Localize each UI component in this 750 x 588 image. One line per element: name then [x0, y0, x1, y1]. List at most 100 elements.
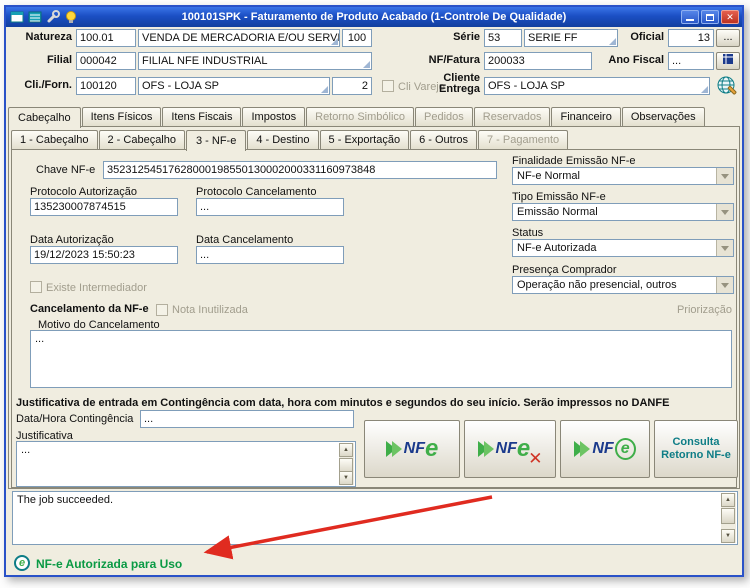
- nfe-logo-nf: NF: [403, 440, 425, 457]
- subtab-4-destino[interactable]: 4 - Destino: [247, 130, 319, 149]
- tab-itens-fisicos[interactable]: Itens Físicos: [81, 107, 162, 126]
- serie-desc-field[interactable]: SERIE FF: [524, 29, 618, 47]
- protocolo-autorizacao-field[interactable]: 135230007874515: [30, 198, 178, 216]
- title-bar: 100101SPK - Faturamento de Produto Acaba…: [6, 7, 742, 27]
- scroll-down-icon[interactable]: ▼: [339, 471, 353, 485]
- tab-impostos[interactable]: Impostos: [242, 107, 306, 126]
- tab-observacoes[interactable]: Observações: [621, 107, 705, 126]
- window-controls: ✕: [681, 10, 739, 24]
- cli-forn-desc-field[interactable]: OFS - LOJA SP: [138, 77, 330, 95]
- justificativa-value: ...: [21, 444, 31, 456]
- oficial-field[interactable]: 13: [668, 29, 714, 47]
- nf-fatura-field[interactable]: 200033: [484, 52, 592, 70]
- natureza-extra-field[interactable]: 100: [342, 29, 372, 47]
- nfe-consult-button[interactable]: NF e: [560, 420, 650, 478]
- nf-fatura-label: NF/Fatura: [428, 54, 480, 66]
- nota-inutilizada-checkbox: [156, 304, 168, 316]
- ano-fiscal-lookup-button[interactable]: [716, 52, 740, 70]
- status-message: NF-e Autorizada para Uso: [36, 557, 183, 571]
- scroll-down-icon[interactable]: ▼: [721, 529, 735, 543]
- chevron-down-icon[interactable]: [716, 168, 733, 184]
- close-button[interactable]: ✕: [721, 10, 739, 24]
- ano-fiscal-field[interactable]: ...: [668, 52, 714, 70]
- scroll-up-icon[interactable]: ▲: [339, 443, 353, 457]
- finalidade-emissao-select[interactable]: NF-e Normal: [512, 167, 734, 185]
- protocolo-cancelamento-field[interactable]: ...: [196, 198, 344, 216]
- title-bar-icons: [10, 10, 78, 27]
- tab-cabecalho[interactable]: Cabeçalho: [8, 107, 81, 128]
- app-window-icon[interactable]: [10, 10, 24, 27]
- cliente-entrega-label: Cliente Entrega: [439, 72, 480, 95]
- window-title: 100101SPK - Faturamento de Produto Acaba…: [181, 11, 567, 23]
- oficial-label: Oficial: [630, 31, 664, 43]
- justificativa-scrollbar[interactable]: ▲ ▼: [339, 443, 354, 485]
- cli-forn-label: Cli./Forn.: [24, 79, 72, 91]
- tab-pedidos: Pedidos: [415, 107, 473, 126]
- scroll-up-icon[interactable]: ▲: [721, 493, 735, 507]
- oficial-lookup-button[interactable]: ...: [716, 29, 740, 47]
- priorizacao-label: Priorização: [676, 304, 732, 316]
- nfe-transmit-button[interactable]: NF e: [364, 420, 460, 478]
- filial-label: Filial: [46, 54, 72, 66]
- green-arrows-icon: [385, 441, 402, 457]
- red-x-icon: ✕: [528, 449, 543, 468]
- wrench-icon[interactable]: [46, 10, 60, 27]
- cliente-entrega-globe-button[interactable]: [716, 75, 740, 100]
- nfe-logo-e-circled: e: [614, 438, 636, 460]
- subtab-2-cabecalho[interactable]: 2 - Cabeçalho: [98, 130, 185, 149]
- calendar-grid-icon: [722, 54, 734, 68]
- existe-intermediador-checkbox: [30, 281, 42, 293]
- nfe-status-icon: e: [14, 555, 30, 571]
- cli-forn-code-field[interactable]: 100120: [76, 77, 136, 95]
- nfe-cancel-button[interactable]: NF e ✕: [464, 420, 556, 478]
- chave-nfe-label: Chave NF-e: [36, 164, 96, 176]
- filial-code-field[interactable]: 000042: [76, 52, 136, 70]
- data-hora-contingencia-label: Data/Hora Contingência: [16, 413, 134, 425]
- tab-financeiro[interactable]: Financeiro: [551, 107, 621, 126]
- cli-varejo-checkbox: [382, 80, 394, 92]
- data-autorizacao-field[interactable]: 19/12/2023 15:50:23: [30, 246, 178, 264]
- nfe-logo-e: e: [424, 435, 439, 462]
- motivo-cancelamento-textarea[interactable]: ...: [30, 330, 732, 388]
- cli-forn-qty-field[interactable]: 2: [332, 77, 372, 95]
- chevron-down-icon[interactable]: [716, 240, 733, 256]
- consulta-retorno-button[interactable]: Consulta Retorno NF-e: [654, 420, 738, 478]
- consulta-retorno-label: Consulta Retorno NF-e: [661, 436, 731, 461]
- cliente-entrega-field[interactable]: OFS - LOJA SP: [484, 77, 710, 95]
- log-scrollbar[interactable]: ▲ ▼: [721, 493, 736, 543]
- job-log-text: The job succeeded.: [17, 494, 114, 506]
- natureza-code-field[interactable]: 100.01: [76, 29, 136, 47]
- filial-desc-field[interactable]: FILIAL NFE INDUSTRIAL: [138, 52, 372, 70]
- subtab-6-outros[interactable]: 6 - Outros: [410, 130, 477, 149]
- subtab-3-nfe[interactable]: 3 - NF-e: [186, 130, 247, 151]
- data-cancelamento-field[interactable]: ...: [196, 246, 344, 264]
- ano-fiscal-label: Ano Fiscal: [608, 54, 664, 66]
- chevron-down-icon[interactable]: [716, 204, 733, 220]
- grid-rows-icon[interactable]: [28, 10, 42, 27]
- sub-tab-bar: 1 - Cabeçalho 2 - Cabeçalho 3 - NF-e 4 -…: [11, 127, 569, 151]
- subtab-7-pagamento: 7 - Pagamento: [478, 130, 569, 149]
- tab-itens-fiscais[interactable]: Itens Fiscais: [162, 107, 242, 126]
- presenca-comprador-select[interactable]: Operação não presencial, outros: [512, 276, 734, 294]
- lightbulb-icon[interactable]: [64, 10, 78, 27]
- data-hora-contingencia-field[interactable]: ...: [140, 410, 354, 428]
- serie-code-field[interactable]: 53: [484, 29, 522, 47]
- tipo-emissao-select[interactable]: Emissão Normal: [512, 203, 734, 221]
- subtab-5-exportacao[interactable]: 5 - Exportação: [319, 130, 410, 149]
- status-select[interactable]: NF-e Autorizada: [512, 239, 734, 257]
- nfe-logo-nf: NF: [495, 440, 517, 457]
- chevron-down-icon[interactable]: [716, 277, 733, 293]
- serie-label: Série: [453, 31, 480, 43]
- app-window: 100101SPK - Faturamento de Produto Acaba…: [4, 5, 744, 577]
- subtab-1-cabecalho[interactable]: 1 - Cabeçalho: [11, 130, 98, 149]
- minimize-button[interactable]: [681, 10, 699, 24]
- chave-nfe-field[interactable]: 3523125451762800019855013000200033116097…: [103, 161, 497, 179]
- justificativa-textarea[interactable]: ... ▲ ▼: [16, 441, 356, 487]
- nfe-logo-nf: NF: [592, 440, 614, 457]
- existe-intermediador-label: Existe Intermediador: [46, 282, 147, 294]
- green-arrows-icon: [574, 441, 591, 457]
- scroll-thumb[interactable]: [721, 508, 735, 524]
- job-log-box: The job succeeded. ▲ ▼: [12, 491, 738, 545]
- natureza-desc-field[interactable]: VENDA DE MERCADORIA E/OU SERVI: [138, 29, 340, 47]
- maximize-button[interactable]: [701, 10, 719, 24]
